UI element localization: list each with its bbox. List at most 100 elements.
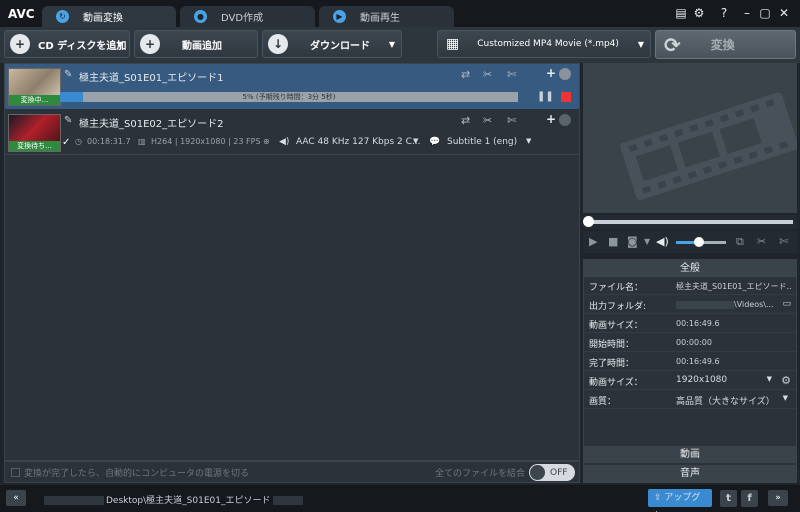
property-row: 動画サイズ： 00:16:49.6	[584, 315, 796, 333]
volume-slider[interactable]	[676, 237, 726, 247]
facebook-icon[interactable]: f	[741, 490, 758, 507]
add-icon[interactable]: +	[546, 112, 556, 126]
snapshot-icon[interactable]: ◙	[627, 235, 638, 248]
download-button[interactable]: ↓ ダウンロード ▼	[262, 30, 402, 58]
help-button[interactable]: ?	[717, 6, 731, 20]
add-cd-label: CD ディスクを追加	[38, 40, 127, 52]
play-icon[interactable]: ▶	[589, 235, 597, 248]
effect-icon[interactable]: ⇄	[461, 68, 470, 81]
stop-icon[interactable]: ■	[608, 235, 618, 248]
volume-handle[interactable]	[693, 237, 704, 247]
tab-player[interactable]: ▶ 動画再生	[319, 6, 454, 27]
subtitle-select[interactable]: Subtitle 1 (eng)	[447, 137, 517, 147]
volume-icon[interactable]: ◀)	[656, 235, 669, 248]
chevron-down-icon[interactable]: ▼	[644, 237, 650, 246]
output-folder-text: \Videos\...	[734, 300, 774, 309]
audio-track-select[interactable]: AAC 48 KHz 127 Kbps 2 C...	[296, 137, 421, 147]
property-key: 開始時間：	[589, 340, 635, 350]
target-icon: ⊕	[263, 137, 270, 146]
output-folder-value[interactable]: \Videos\...	[676, 300, 791, 309]
auto-shutdown-checkbox[interactable]	[11, 468, 20, 477]
property-value: 00:16:49.6	[676, 357, 720, 366]
folder-open-icon[interactable]: ▭	[782, 299, 791, 309]
crop-icon[interactable]: ✄	[779, 235, 788, 248]
audio-section-header[interactable]: 音声	[584, 464, 796, 482]
add-cd-button[interactable]: + CD ディスクを追加 ▼	[4, 30, 130, 58]
video-size-select[interactable]: 1920x1080 ▼	[676, 373, 776, 388]
auto-shutdown-option[interactable]: 変換が完了したら、自動的にコンピュータの電源を切る	[11, 466, 249, 479]
effect-icon[interactable]: ⇄	[461, 114, 470, 127]
add-video-button[interactable]: + 動画追加	[134, 30, 258, 58]
maximize-button[interactable]: ▢	[758, 6, 772, 20]
property-value: 00:00:00	[676, 338, 712, 347]
property-key: 出力フォルダ:	[589, 302, 647, 312]
general-section-header[interactable]: 全般	[584, 260, 796, 277]
minimize-button[interactable]: –	[740, 6, 754, 20]
list-item[interactable]: 変換待ち... ✎ 極主夫道_S01E02_エピソード2 ⇄ ✂ ✄ + ✓ ◷…	[5, 110, 579, 155]
convert-button[interactable]: ⟳ 変換	[655, 30, 796, 59]
chevron-down-icon: ▼	[766, 375, 772, 383]
remove-icon[interactable]	[559, 114, 571, 126]
video-section-header[interactable]: 動画	[584, 445, 796, 463]
property-key: 完了時間：	[589, 359, 635, 369]
close-button[interactable]: ✕	[777, 6, 791, 20]
quality-select[interactable]: 高品質（大きなサイズ） ▼	[676, 392, 792, 407]
pause-icon[interactable]: ❚❚	[537, 91, 554, 102]
remove-icon[interactable]	[559, 68, 571, 80]
split-icon[interactable]: ⧉	[736, 235, 744, 249]
profile-select[interactable]: ▦ Customized MP4 Movie (*.mp4) ▼	[437, 30, 651, 58]
list-item[interactable]: 変換中... ✎ 極主夫道_S01E01_エピソード1 ⇄ ✂ ✄ + 5% (…	[5, 64, 579, 109]
profile-label: Customized MP4 Movie (*.mp4)	[477, 39, 619, 49]
property-value: 1920x1080	[676, 375, 728, 385]
stop-icon[interactable]	[561, 92, 571, 102]
chevron-down-icon: ▼	[782, 394, 788, 402]
duration: 00:18:31.7	[87, 137, 131, 146]
settings-icon[interactable]: ⚙	[692, 6, 706, 20]
edit-icon[interactable]: ✎	[64, 69, 72, 80]
toggle-state: OFF	[550, 467, 568, 478]
checkmark-icon[interactable]: ✓	[62, 137, 70, 148]
chevron-down-icon[interactable]: ▼	[389, 40, 395, 49]
file-name[interactable]: 極主夫道_S01E02_エピソード2	[79, 115, 223, 130]
expand-right-icon[interactable]: »	[768, 490, 788, 506]
seek-track[interactable]	[589, 220, 793, 224]
upgrade-button[interactable]: ⇪ アップグレ...	[648, 489, 712, 512]
cut-icon[interactable]: ✂	[483, 114, 492, 127]
property-row: ファイル名： 極主夫道_S01E01_エピソード...	[584, 277, 796, 295]
tab-label: DVD作成	[221, 13, 264, 24]
film-strip-icon: ▥	[138, 137, 146, 146]
cut-icon[interactable]: ✂	[757, 235, 766, 248]
gear-icon[interactable]: ⚙	[781, 374, 791, 387]
chevron-down-icon[interactable]: ▼	[413, 137, 418, 145]
tab-dvd[interactable]: ● DVD作成	[180, 6, 315, 27]
status-bar: « Desktop\極主夫道_S01E01_エピソード ⇪ アップグレ... t…	[0, 485, 800, 512]
property-key: 動画サイズ：	[589, 378, 643, 388]
merge-toggle[interactable]: OFF	[529, 464, 575, 481]
tab-label: 動画再生	[360, 13, 400, 24]
property-row: 動画サイズ： 1920x1080 ▼ ⚙	[584, 372, 796, 390]
app-logo: AVC	[8, 7, 35, 21]
collapse-left-icon[interactable]: «	[6, 490, 26, 506]
seek-bar[interactable]	[583, 215, 797, 229]
add-video-label: 動画追加	[182, 40, 222, 52]
chevron-down-icon[interactable]: ▼	[117, 40, 123, 49]
crop-icon[interactable]: ✄	[507, 114, 516, 127]
convert-label: 変換	[710, 38, 735, 52]
tab-convert[interactable]: ↻ 動画変換	[42, 6, 176, 27]
register-icon[interactable]: ▤	[674, 6, 688, 20]
twitter-icon[interactable]: t	[720, 490, 737, 507]
add-icon[interactable]: +	[546, 66, 556, 80]
output-path-text: Desktop\極主夫道_S01E01_エピソード	[106, 496, 271, 506]
edit-icon[interactable]: ✎	[64, 115, 72, 126]
output-path[interactable]: Desktop\極主夫道_S01E01_エピソード	[44, 493, 305, 506]
cut-icon[interactable]: ✂	[483, 68, 492, 81]
title-bar: AVC ↻ 動画変換 ● DVD作成 ▶ 動画再生 ▤ ⚙ ? – ▢ ✕	[0, 0, 800, 27]
property-row: 完了時間： 00:16:49.6	[584, 353, 796, 371]
file-name[interactable]: 極主夫道_S01E01_エピソード1	[79, 69, 223, 84]
chevron-down-icon[interactable]: ▼	[526, 137, 531, 145]
seek-handle[interactable]	[583, 216, 594, 227]
crop-icon[interactable]: ✄	[507, 68, 516, 81]
auto-shutdown-label: 変換が完了したら、自動的にコンピュータの電源を切る	[24, 469, 250, 479]
list-footer: 変換が完了したら、自動的にコンピュータの電源を切る 全てのファイルを結合 OFF	[4, 461, 580, 483]
property-value: 00:16:49.6	[676, 319, 720, 328]
